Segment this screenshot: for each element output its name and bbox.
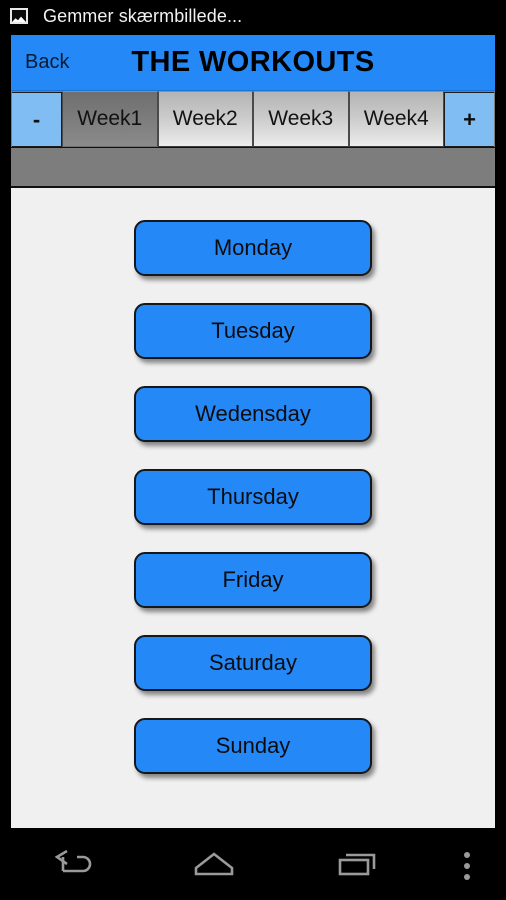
tab-week3[interactable]: Week3: [253, 91, 349, 147]
day-button-wednesday[interactable]: Wedensday: [134, 386, 372, 442]
list-item: Thursday: [11, 469, 495, 525]
week-tab-bar: - Week1 Week2 Week3 Week4 +: [11, 91, 495, 148]
nav-back-button[interactable]: [0, 832, 143, 900]
recent-apps-icon: [332, 848, 382, 885]
tab-week2[interactable]: Week2: [157, 91, 253, 147]
day-button-sunday[interactable]: Sunday: [134, 718, 372, 774]
overflow-menu-icon: [464, 852, 471, 880]
image-screenshot-icon: [9, 7, 31, 27]
day-button-monday[interactable]: Monday: [134, 220, 372, 276]
list-item: Monday: [11, 220, 495, 276]
android-navigation-bar: [0, 832, 506, 900]
tab-week4[interactable]: Week4: [348, 91, 444, 147]
day-button-friday[interactable]: Friday: [134, 552, 372, 608]
day-button-thursday[interactable]: Thursday: [134, 469, 372, 525]
list-item: Wedensday: [11, 386, 495, 442]
day-button-tuesday[interactable]: Tuesday: [134, 303, 372, 359]
nav-overflow-button[interactable]: [428, 832, 506, 900]
toolbar-spacer: [11, 148, 495, 188]
day-button-saturday[interactable]: Saturday: [134, 635, 372, 691]
list-item: Saturday: [11, 635, 495, 691]
app-window: Back THE WORKOUTS - Week1 Week2 Week3 We…: [11, 35, 495, 828]
app-header: Back THE WORKOUTS: [11, 35, 495, 91]
list-item: Tuesday: [11, 303, 495, 359]
add-week-button[interactable]: +: [444, 92, 494, 147]
tab-week1[interactable]: Week1: [62, 91, 158, 147]
day-list: Monday Tuesday Wedensday Thursday Friday…: [11, 188, 495, 827]
list-item: Friday: [11, 552, 495, 608]
remove-week-button[interactable]: -: [12, 92, 62, 147]
status-bar-text: Gemmer skærmbillede...: [43, 6, 243, 26]
list-item: Sunday: [11, 718, 495, 774]
home-icon: [189, 849, 239, 884]
nav-recents-button[interactable]: [285, 832, 428, 900]
back-button[interactable]: Back: [19, 35, 75, 90]
status-bar: Gemmer skærmbillede...: [0, 0, 506, 33]
back-icon: [47, 849, 95, 884]
page-title: THE WORKOUTS: [131, 46, 375, 78]
nav-home-button[interactable]: [143, 832, 286, 900]
